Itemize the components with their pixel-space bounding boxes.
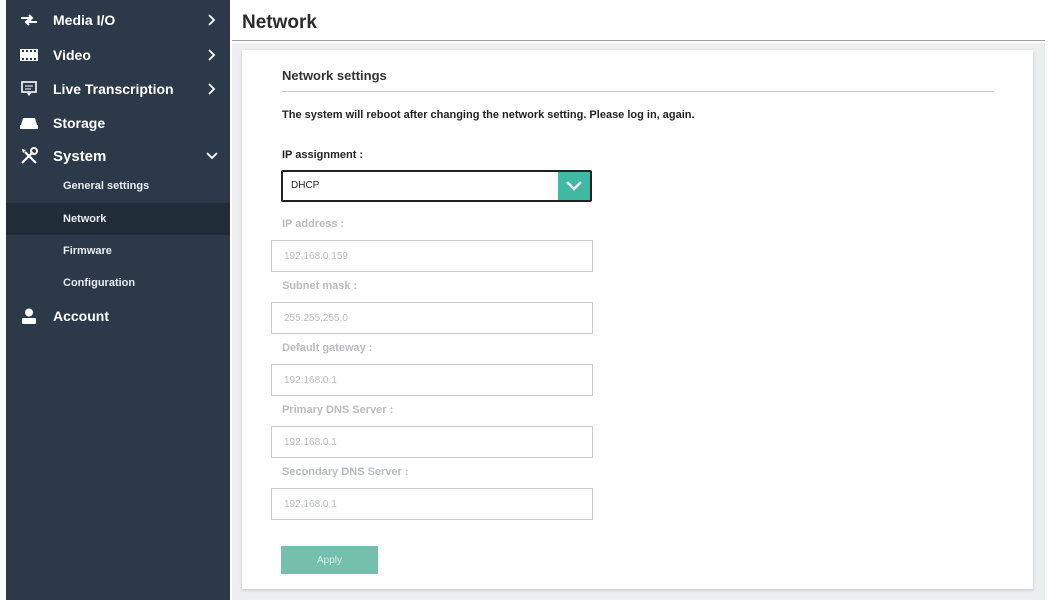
sidebar-item-label: Video	[53, 47, 91, 63]
card-title: Network settings	[282, 68, 387, 83]
transfer-arrows-icon	[19, 10, 39, 30]
sidebar-item-video[interactable]: Video	[6, 40, 230, 70]
sidebar-item-storage[interactable]: Storage	[6, 108, 230, 138]
apply-button[interactable]: Apply	[281, 546, 378, 574]
sidebar-item-label: Live Transcription	[53, 81, 174, 97]
sidebar-subitem-network[interactable]: Network	[6, 203, 230, 235]
secondary-dns-field[interactable]	[271, 488, 593, 520]
sidebar-item-account[interactable]: Account	[6, 301, 230, 331]
chevron-right-icon	[202, 10, 222, 30]
reboot-notice: The system will reboot after changing th…	[282, 109, 695, 121]
tools-icon	[19, 146, 39, 166]
sidebar-subitem-general-settings[interactable]: General settings	[6, 170, 230, 202]
user-icon	[19, 306, 39, 326]
card-divider	[282, 91, 994, 92]
sidebar-item-media-io[interactable]: Media I/O	[6, 5, 230, 35]
sidebar-item-system[interactable]: System	[6, 141, 230, 171]
chevron-down-icon	[202, 146, 222, 166]
page-title: Network	[242, 12, 317, 33]
primary-dns-label: Primary DNS Server :	[282, 404, 394, 416]
subnet-mask-label: Subnet mask :	[282, 280, 358, 292]
sidebar: Media I/O Video Live Transcription Stora…	[6, 0, 230, 600]
film-strip-icon	[19, 45, 39, 65]
ip-address-field[interactable]	[271, 240, 593, 272]
chevron-down-icon[interactable]	[558, 172, 590, 200]
sidebar-item-label: System	[53, 147, 107, 165]
sidebar-subitem-configuration[interactable]: Configuration	[6, 267, 230, 299]
ip-address-label: IP address :	[282, 218, 345, 230]
title-divider	[232, 40, 1045, 41]
sidebar-item-label: Storage	[53, 115, 106, 131]
primary-dns-field[interactable]	[271, 426, 593, 458]
chevron-right-icon	[202, 79, 222, 99]
chevron-right-icon	[202, 45, 222, 65]
sidebar-item-label: Media I/O	[53, 12, 116, 28]
secondary-dns-label: Secondary DNS Server :	[282, 466, 409, 478]
sidebar-item-live-transcription[interactable]: Live Transcription	[6, 74, 230, 104]
default-gateway-label: Default gateway :	[282, 342, 373, 354]
ip-assignment-select[interactable]: DHCP	[281, 170, 592, 202]
sidebar-subitem-firmware[interactable]: Firmware	[6, 235, 230, 267]
network-settings-card: Network settings The system will reboot …	[242, 50, 1033, 589]
monitor-icon	[19, 79, 39, 99]
default-gateway-field[interactable]	[271, 364, 593, 396]
sidebar-item-label: Account	[53, 308, 109, 324]
ip-assignment-value: DHCP	[291, 180, 320, 191]
ip-assignment-label: IP assignment :	[282, 149, 364, 161]
subnet-mask-field[interactable]	[271, 302, 593, 334]
drive-icon	[19, 113, 39, 133]
